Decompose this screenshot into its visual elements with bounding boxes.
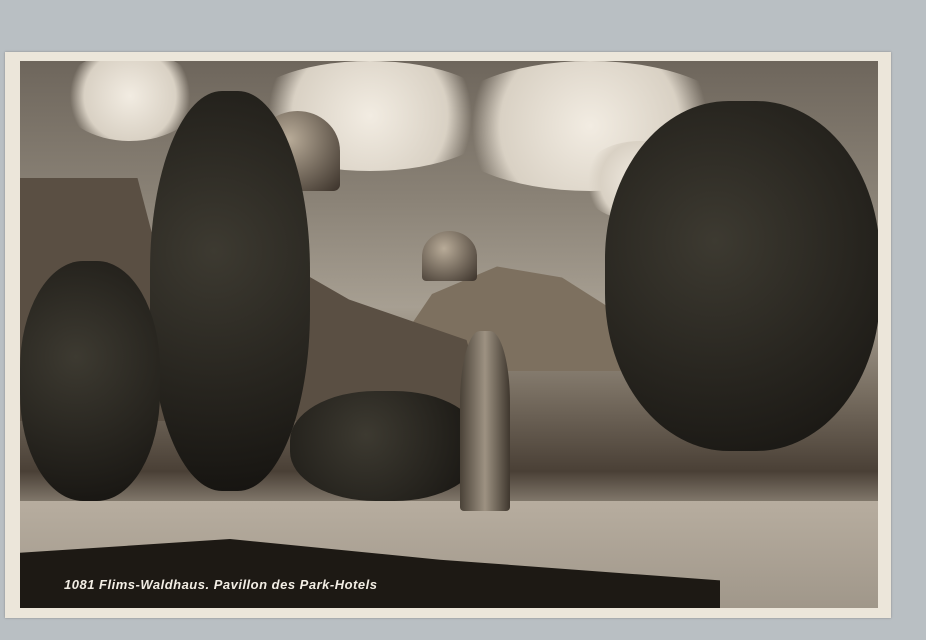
postcard-caption: 1081 Flims-Waldhaus. Pavillon des Park-H…	[64, 577, 378, 592]
pavilion-dome	[422, 231, 477, 281]
shrub	[290, 391, 480, 501]
postcard: 1081 Flims-Waldhaus. Pavillon des Park-H…	[5, 52, 891, 618]
fountain-column	[460, 331, 510, 511]
tree	[20, 261, 160, 501]
sepia-photograph: 1081 Flims-Waldhaus. Pavillon des Park-H…	[20, 61, 878, 608]
fir-tree	[150, 91, 310, 491]
chestnut-tree	[605, 101, 878, 451]
